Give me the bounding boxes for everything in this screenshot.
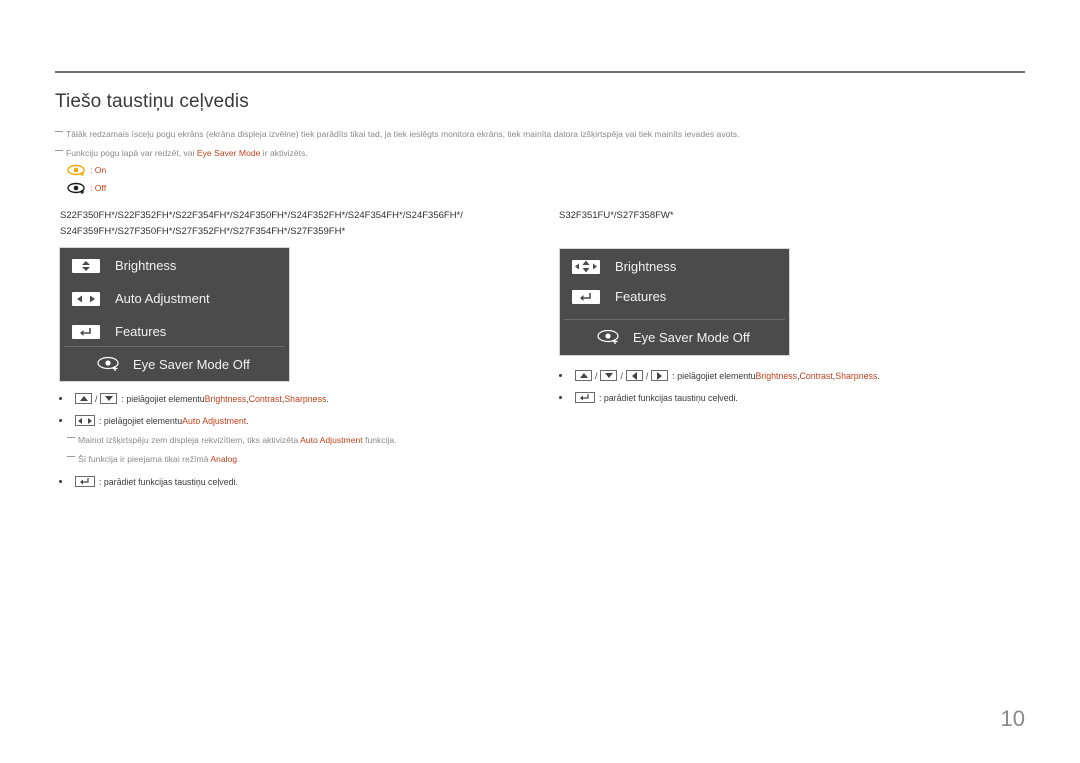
note-eye-saver: Funkciju pogu lapā var redzēt, vai Eye S… [55,148,308,158]
page-title: Tiešo taustiņu ceļvedis [55,91,249,112]
up-key-icon [575,370,592,381]
analog-term: Analog [210,454,238,464]
osd-item-brightness: Brightness [72,258,176,273]
left-bullet-brightness: / : pielāgojiet elementu Brightness, Con… [59,393,329,404]
right-bullet-brightness: / / / : pielāgojiet elementu Brightness,… [559,370,880,381]
separator: / [95,393,98,404]
osd-item-label: Brightness [115,258,177,273]
page-number: 10 [1000,706,1025,731]
bullet-dot [59,419,62,422]
enter-key-icon [572,289,600,304]
right-osd-panel: Brightness Features Eye Saver Mode Off [559,248,790,356]
eye-saver-mode-label: Eye Saver Mode Off [133,356,250,372]
eye-saver-mode-term: Eye Saver Mode [196,148,261,158]
brightness-term: Brightness [204,393,247,404]
left-subnote-analog: Šī funkcija ir pieejama tikai režīmā Ana… [67,454,239,464]
brightness-term: Brightness [755,370,798,381]
left-bullet-auto-adjustment: : pielāgojiet elementu Auto Adjustment. [59,415,249,426]
top-divider [55,71,1025,73]
contrast-term: Contrast [248,393,282,404]
note-osd-display: Tālāk redzamais īsceļu pogu ekrāns (ekrā… [55,129,740,139]
eye-saver-off-icon [67,182,85,194]
model-list-line: S32F351FU*/S27F358FW* [559,210,674,221]
note-text: Funkciju pogu lapā var redzēt, vai [66,148,197,158]
note-text: Mainot izšķirtspēju zem displeja rekvizī… [78,435,301,445]
osd-item-label: Features [115,324,167,339]
bullet-text: : parādiet funkcijas taustiņu ceļvedi. [599,392,738,403]
model-list-line: S22F350FH*/S22F352FH*/S22F354FH*/S24F350… [60,210,463,221]
legend-eye-saver-off: : Off [67,182,106,194]
note-text: Šī funkcija ir pieejama tikai režīmā [78,454,211,464]
bullet-dot [559,396,562,399]
left-osd-panel: Brightness Auto Adjustment Features Eye … [59,247,290,382]
up-key-icon [75,393,92,404]
left-model-list: S22F350FH*/S22F352FH*/S22F354FH*/S24F350… [60,208,463,240]
left-bullet-enter: : parādiet funkcijas taustiņu ceļvedi. [59,476,238,487]
period: . [326,393,329,404]
sharpness-term: Sharpness [284,393,327,404]
osd-item-label: Features [615,289,667,304]
contrast-term: Contrast [799,370,833,381]
bullet-dot [59,397,62,400]
osd-eye-saver-status: Eye Saver Mode Off [597,329,750,345]
osd-item-label: Brightness [615,259,677,274]
note-dash [67,437,75,439]
note-text: ir aktivizēts. [260,148,308,158]
left-key-icon [625,370,643,381]
separator: / [645,370,649,381]
note-dash [55,150,63,152]
note-text: funkcija. [362,435,397,445]
separator: / [620,370,623,381]
period: . [877,370,880,381]
bullet-text: : parādiet funkcijas taustiņu ceļvedi. [99,476,238,487]
osd-divider [64,346,285,347]
eye-saver-off-icon [97,356,119,371]
enter-key-icon [72,324,100,339]
separator: / [595,370,598,381]
osd-item-brightness: Brightness [572,259,676,274]
bullet-text: : pielāgojiet elementu [121,393,205,404]
right-model-list: S32F351FU*/S27F358FW* [559,208,674,224]
period: . [246,415,249,426]
enter-key-icon [575,392,595,403]
sharpness-term: Sharpness [835,370,878,381]
osd-eye-saver-status: Eye Saver Mode Off [97,356,250,372]
bullet-dot [59,480,62,483]
left-right-key-icon [72,291,100,306]
eye-saver-on-icon [67,164,85,176]
osd-item-auto-adjustment: Auto Adjustment [72,291,210,306]
left-right-key-icon [75,415,95,426]
left-subnote-resolution: Mainot izšķirtspēju zem displeja rekvizī… [67,435,397,445]
enter-key-icon [75,476,95,487]
right-key-icon [651,370,669,381]
right-bullet-enter: : parādiet funkcijas taustiņu ceļvedi. [559,392,738,403]
eye-saver-off-icon [597,329,619,344]
down-key-icon [600,370,618,381]
osd-item-features: Features [572,289,666,304]
note-text: Tālāk redzamais īsceļu pogu ekrāns (ekrā… [66,129,740,139]
legend-eye-saver-on: : On [67,164,106,176]
note-dash [67,456,75,458]
osd-item-label: Auto Adjustment [115,291,210,306]
note-text: . [237,454,240,464]
eye-saver-mode-label: Eye Saver Mode Off [633,329,750,345]
legend-on-label: : On [90,165,107,175]
osd-item-features: Features [72,324,166,339]
osd-divider [564,319,785,320]
model-list-line: S24F359FH*/S27F350FH*/S27F352FH*/S27F354… [60,226,346,237]
bullet-text: : pielāgojiet elementu [99,415,183,426]
bullet-text: : pielāgojiet elementu [672,370,756,381]
auto-adjustment-term: Auto Adjustment [300,435,363,445]
legend-off-label: : Off [90,183,107,193]
auto-adjustment-term: Auto Adjustment [182,415,247,426]
four-way-key-icon [572,259,600,274]
up-down-key-icon [72,258,100,273]
bullet-dot [559,374,562,377]
down-key-icon [100,393,118,404]
note-dash [55,131,63,133]
